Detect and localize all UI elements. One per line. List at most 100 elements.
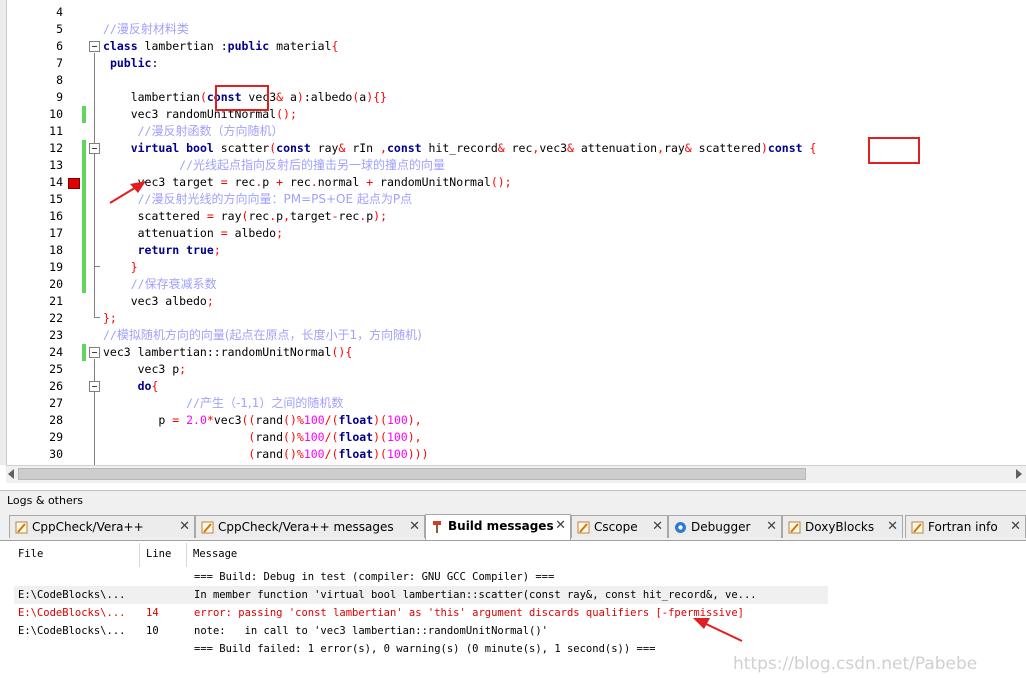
tab-label: Debugger — [691, 520, 751, 534]
fold-class-icon[interactable] — [89, 41, 100, 52]
fold-function-icon[interactable] — [89, 347, 100, 358]
close-icon[interactable]: ✕ — [555, 518, 566, 533]
close-icon[interactable]: ✕ — [179, 519, 190, 534]
tab-label: Cscope — [594, 520, 638, 534]
log-row[interactable]: === Build: Debug in test (compiler: GNU … — [14, 568, 828, 586]
error-marker-icon[interactable] — [68, 178, 80, 189]
code-line[interactable]: 14 vec3 target = rec.p + rec.normal + ra… — [0, 174, 1026, 191]
code-text: //模拟随机方向的向量(起点在原点，长度小于1，方向随机) — [103, 328, 422, 342]
editor-horizontal-scrollbar[interactable] — [6, 465, 1026, 483]
line-number: 19 — [49, 260, 63, 274]
code-text: public: — [109, 56, 159, 70]
code-line[interactable]: 9 lambertian(const vec3& a):albedo(a){} — [0, 89, 1026, 106]
line-number: 7 — [56, 56, 63, 70]
line-number: 14 — [49, 175, 63, 189]
scroll-left-arrow-icon[interactable] — [8, 469, 14, 479]
line-number: 13 — [49, 158, 63, 172]
log-row[interactable]: E:\CodeBlocks\... In member function 'vi… — [14, 586, 828, 604]
change-marker — [82, 174, 86, 191]
code-line[interactable]: 27 //产生（-1,1）之间的随机数 — [0, 395, 1026, 412]
close-icon[interactable]: ✕ — [409, 519, 420, 534]
line-number: 21 — [49, 294, 63, 308]
code-text: (rand()%100/(float)(100), — [248, 430, 422, 444]
line-number: 6 — [56, 39, 63, 53]
code-line[interactable]: 5 //漫反射材料类 — [0, 21, 1026, 38]
line-number: 17 — [49, 226, 63, 240]
log-message: note: in call to 'vec3 lambertian::rando… — [194, 625, 549, 637]
pencil-icon — [788, 521, 801, 534]
code-line[interactable]: 21 vec3 albedo; — [0, 293, 1026, 310]
code-line[interactable]: 7 public: — [0, 55, 1026, 72]
fold-scatter-icon[interactable] — [89, 143, 100, 154]
column-header-line[interactable]: Line — [146, 548, 171, 560]
code-text: vec3 albedo; — [103, 294, 214, 308]
annotation-box-const-param — [215, 85, 269, 111]
tab-label: CppCheck/Vera++ messages — [218, 520, 394, 534]
code-line[interactable]: 15 //漫反射光线的方向向量：PM=PS+OE 起点为P点 — [0, 191, 1026, 208]
code-line[interactable]: 28 p = 2.0*vec3((rand()%100/(float)(100)… — [0, 412, 1026, 429]
change-marker — [82, 225, 86, 242]
fold-do-icon[interactable] — [89, 381, 100, 392]
change-marker — [82, 157, 86, 174]
tab-cppcheck-vera[interactable]: CppCheck/Vera++ ✕ — [9, 515, 195, 538]
pencil-icon — [15, 521, 28, 534]
column-header-file[interactable]: File — [18, 548, 43, 560]
hammer-icon — [433, 521, 441, 533]
change-marker — [82, 208, 86, 225]
close-icon[interactable]: ✕ — [1010, 519, 1021, 534]
code-line[interactable]: 10 vec3 randomUnitNormal(); — [0, 106, 1026, 123]
line-number: 27 — [49, 396, 63, 410]
code-line[interactable]: 17 attenuation = albedo; — [0, 225, 1026, 242]
scroll-right-arrow-icon[interactable] — [1016, 469, 1022, 479]
code-text: do{ — [137, 379, 159, 393]
logs-panel-title: Logs & others — [7, 494, 83, 507]
code-line[interactable]: 19 } — [0, 259, 1026, 276]
code-line[interactable]: 4 — [0, 4, 1026, 21]
log-message: error: passing 'const lambertian' as 'th… — [194, 607, 744, 619]
code-line[interactable]: 8 — [0, 72, 1026, 89]
code-line[interactable]: 30 (rand()%100/(float)(100))) — [0, 446, 1026, 463]
line-number: 8 — [56, 73, 63, 87]
code-line[interactable]: 16 scattered = ray(rec.p,target-rec.p); — [0, 208, 1026, 225]
column-header-message[interactable]: Message — [193, 548, 237, 560]
code-line[interactable]: 20 //保存衰减系数 — [0, 276, 1026, 293]
line-number: 18 — [49, 243, 63, 257]
close-icon[interactable]: ✕ — [652, 519, 663, 534]
change-marker — [82, 276, 86, 293]
code-line[interactable]: 6 class lambertian :public material{ — [0, 38, 1026, 55]
tab-label: Build messages — [448, 519, 554, 533]
code-line[interactable]: 23 //模拟随机方向的向量(起点在原点，长度小于1，方向随机) — [0, 327, 1026, 344]
log-file: E:\CodeBlocks\... — [18, 607, 126, 619]
line-number: 12 — [49, 141, 63, 155]
line-number: 9 — [56, 90, 63, 104]
tab-doxyblocks[interactable]: DoxyBlocks ✕ — [782, 515, 903, 538]
close-icon[interactable]: ✕ — [766, 519, 777, 534]
close-icon[interactable]: ✕ — [887, 519, 898, 534]
change-marker — [82, 191, 86, 208]
scrollbar-thumb[interactable] — [18, 468, 806, 480]
tab-label: Fortran info — [928, 520, 998, 534]
tab-label: DoxyBlocks — [805, 520, 875, 534]
code-line[interactable]: 26 do{ — [0, 378, 1026, 395]
code-text: scattered = ray(rec.p,target-rec.p); — [103, 209, 388, 223]
code-text: //漫反射材料类 — [103, 22, 189, 36]
tab-cscope[interactable]: Cscope ✕ — [571, 515, 668, 538]
tab-fortran-info[interactable]: Fortran info ✕ — [905, 515, 1026, 538]
watermark: https://blog.csdn.net/Pabebe — [733, 654, 978, 674]
tab-build-messages[interactable]: Build messages ✕ — [425, 514, 571, 540]
code-text: virtual bool scatter(const ray& rIn ,con… — [130, 141, 817, 155]
pencil-icon — [201, 521, 214, 534]
code-line[interactable]: 18 return true; — [0, 242, 1026, 259]
code-editor[interactable]: 4 5 //漫反射材料类 6 class lambertian :public mate… — [0, 0, 1026, 465]
column-separator — [186, 543, 187, 567]
line-number: 20 — [49, 277, 63, 291]
line-number: 30 — [49, 447, 63, 461]
code-text: } — [130, 260, 138, 274]
tab-cppcheck-vera-messages[interactable]: CppCheck/Vera++ messages ✕ — [195, 515, 425, 538]
code-line[interactable]: 22}; — [0, 310, 1026, 327]
code-line[interactable]: 25 vec3 p; — [0, 361, 1026, 378]
code-line[interactable]: 24 vec3 lambertian::randomUnitNormal(){ — [0, 344, 1026, 361]
tab-debugger[interactable]: Debugger ✕ — [668, 515, 782, 538]
logs-tab-bar[interactable]: CppCheck/Vera++ ✕ CppCheck/Vera++ messag… — [0, 513, 1026, 541]
code-line[interactable]: 29 (rand()%100/(float)(100), — [0, 429, 1026, 446]
